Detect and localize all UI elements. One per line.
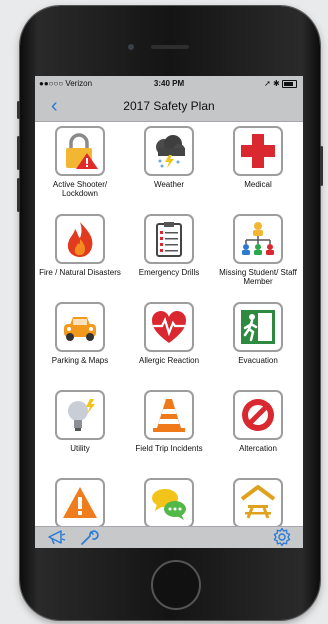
traffic-cone-icon [144,390,194,440]
tile-label: Parking & Maps [51,356,109,365]
tile-label: Active Shooter/ Lockdown [52,180,108,198]
tile-fire[interactable]: Fire / Natural Disasters [35,210,125,300]
front-camera [128,44,134,50]
status-bar: ●●○○○ Verizon 3:40 PM ➚ ✱ [35,76,303,92]
picnic-table-icon [233,478,283,527]
lightbulb-icon [55,390,105,440]
status-indicators: ➚ ✱ [264,79,280,88]
nav-bar: ‹ 2017 Safety Plan [35,92,303,122]
no-entry-icon [233,390,283,440]
fire-icon [55,214,105,264]
megaphone-icon[interactable] [47,528,67,548]
tile-missing-student[interactable]: Missing Student/ Staff Member [213,210,303,300]
clock: 3:40 PM [153,79,185,88]
tile-altercation[interactable]: Altercation [213,386,303,476]
volume-up-button [17,136,20,170]
tile-label: Missing Student/ Staff Member [219,268,297,286]
tile-weather[interactable]: Weather [124,122,214,212]
phone-screen: ●●○○○ Verizon 3:40 PM ➚ ✱ ‹ 2017 Safety … [35,76,303,548]
tile-utility[interactable]: Utility [35,386,125,476]
category-grid: Active Shooter/ Lockdown Weather Medical… [35,122,303,527]
status-right: ➚ ✱ [264,79,297,88]
home-button[interactable] [151,560,201,610]
page-title: 2017 Safety Plan [123,99,215,113]
org-chart-icon [233,214,283,264]
tile-label: Field Trip Incidents [135,444,203,453]
tile-shelter[interactable] [213,474,303,527]
tile-label: Evacuation [238,356,278,365]
power-button [320,146,323,186]
tile-medical[interactable]: Medical [213,122,303,212]
tile-allergic-reaction[interactable]: Allergic Reaction [124,298,214,388]
exit-icon [233,302,283,352]
gear-icon[interactable] [271,527,293,548]
tile-active-shooter[interactable]: Active Shooter/ Lockdown [35,122,125,212]
heartbeat-icon [144,302,194,352]
tile-communication[interactable] [124,474,214,527]
volume-down-button [17,178,20,212]
chat-bubbles-icon [144,478,194,527]
tile-label: Fire / Natural Disasters [39,268,121,277]
lock-warning-icon [55,126,105,176]
storm-cloud-icon [144,126,194,176]
red-cross-icon [233,126,283,176]
wrench-icon[interactable] [79,528,99,548]
tile-label: Allergic Reaction [138,356,200,365]
mute-switch [17,101,20,119]
tile-label: Medical [244,180,272,189]
tile-evacuation[interactable]: Evacuation [213,298,303,388]
battery-icon [282,79,297,88]
checklist-icon [144,214,194,264]
tile-field-trip[interactable]: Field Trip Incidents [124,386,214,476]
tile-label: Weather [153,180,185,189]
earpiece-speaker [151,45,189,49]
tile-label: Altercation [239,444,277,453]
tile-parking[interactable]: Parking & Maps [35,298,125,388]
tile-warning[interactable] [35,474,125,527]
car-icon [55,302,105,352]
tile-label: Emergency Drills [138,268,200,277]
tile-label: Utility [70,444,90,453]
warning-triangle-icon [55,478,105,527]
tile-emergency-drills[interactable]: Emergency Drills [124,210,214,300]
bottom-toolbar [35,526,303,548]
